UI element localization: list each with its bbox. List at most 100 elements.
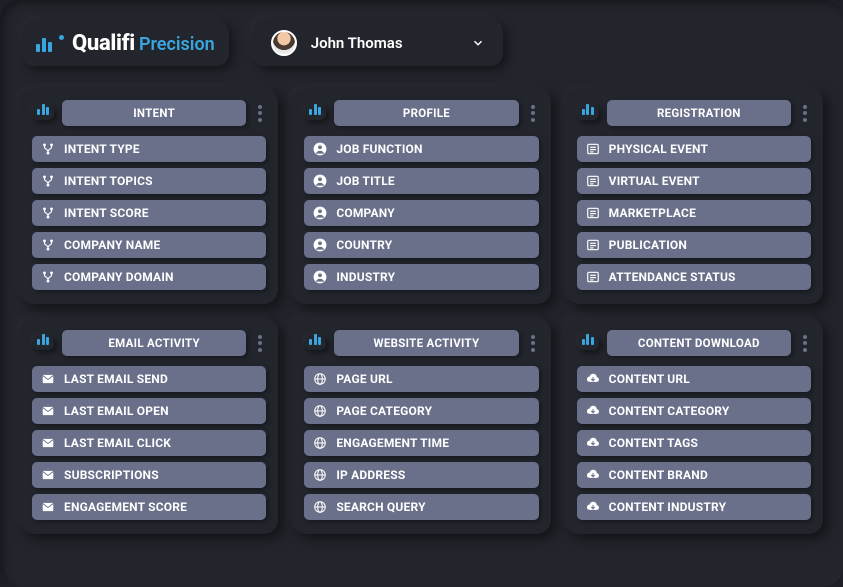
card-title[interactable]: INTENT (62, 100, 246, 126)
mail-icon (40, 467, 56, 483)
field-label: LAST EMAIL SEND (64, 372, 168, 386)
person-icon (312, 237, 328, 253)
card-bars-icon (304, 106, 326, 120)
download-icon (585, 403, 601, 419)
card-title[interactable]: WEBSITE ACTIVITY (334, 330, 518, 356)
card-items: PHYSICAL EVENT VIRTUAL EVENT MARKETPLACE… (577, 136, 811, 290)
mail-icon (40, 435, 56, 451)
field-label: PUBLICATION (609, 238, 687, 252)
field-item[interactable]: CONTENT BRAND (577, 462, 811, 488)
fork-icon (40, 141, 56, 157)
user-selector[interactable]: John Thomas (253, 20, 503, 66)
field-item[interactable]: COMPANY (304, 200, 538, 226)
field-item[interactable]: PUBLICATION (577, 232, 811, 258)
field-item[interactable]: COMPANY DOMAIN (32, 264, 266, 290)
field-label: IP ADDRESS (336, 468, 405, 482)
card-title[interactable]: PROFILE (334, 100, 518, 126)
field-item[interactable]: ENGAGEMENT SCORE (32, 494, 266, 520)
brand-suffix-text: Precision (139, 34, 215, 55)
field-item[interactable]: LAST EMAIL OPEN (32, 398, 266, 424)
list-icon (585, 237, 601, 253)
more-menu-icon[interactable] (254, 333, 266, 354)
person-icon (312, 269, 328, 285)
more-menu-icon[interactable] (799, 333, 811, 354)
field-item[interactable]: JOB FUNCTION (304, 136, 538, 162)
card-header: PROFILE (304, 100, 538, 126)
field-label: SUBSCRIPTIONS (64, 468, 159, 482)
field-label: COMPANY DOMAIN (64, 270, 174, 284)
field-label: CONTENT INDUSTRY (609, 500, 727, 514)
card-items: JOB FUNCTION JOB TITLE COMPANY COUNTRY I… (304, 136, 538, 290)
field-item[interactable]: CONTENT URL (577, 366, 811, 392)
field-label: ATTENDANCE STATUS (609, 270, 736, 284)
field-label: PAGE CATEGORY (336, 404, 432, 418)
card-website-activity: WEBSITE ACTIVITY PAGE URL PAGE CATEGORY … (292, 318, 550, 534)
card-title[interactable]: CONTENT DOWNLOAD (607, 330, 791, 356)
field-item[interactable]: INTENT TYPE (32, 136, 266, 162)
field-item[interactable]: PAGE CATEGORY (304, 398, 538, 424)
field-item[interactable]: JOB TITLE (304, 168, 538, 194)
field-label: JOB TITLE (336, 174, 395, 188)
globe-icon (312, 467, 328, 483)
field-label: CONTENT CATEGORY (609, 404, 730, 418)
field-item[interactable]: CONTENT TAGS (577, 430, 811, 456)
fork-icon (40, 269, 56, 285)
field-label: COUNTRY (336, 238, 392, 252)
field-label: LAST EMAIL OPEN (64, 404, 169, 418)
more-menu-icon[interactable] (527, 333, 539, 354)
more-menu-icon[interactable] (254, 103, 266, 124)
field-item[interactable]: CONTENT INDUSTRY (577, 494, 811, 520)
field-label: ENGAGEMENT TIME (336, 436, 449, 450)
field-item[interactable]: LAST EMAIL SEND (32, 366, 266, 392)
field-item[interactable]: ENGAGEMENT TIME (304, 430, 538, 456)
field-item[interactable]: PAGE URL (304, 366, 538, 392)
card-bars-icon (304, 336, 326, 350)
brand-dot-icon (59, 35, 64, 40)
person-icon (312, 173, 328, 189)
field-item[interactable]: MARKETPLACE (577, 200, 811, 226)
field-label: PAGE URL (336, 372, 392, 386)
field-item[interactable]: INTENT TOPICS (32, 168, 266, 194)
field-item[interactable]: IP ADDRESS (304, 462, 538, 488)
field-label: SEARCH QUERY (336, 500, 425, 514)
card-email-activity: EMAIL ACTIVITY LAST EMAIL SEND LAST EMAI… (20, 318, 278, 534)
field-item[interactable]: CONTENT CATEGORY (577, 398, 811, 424)
fork-icon (40, 205, 56, 221)
field-label: ENGAGEMENT SCORE (64, 500, 187, 514)
card-header: EMAIL ACTIVITY (32, 330, 266, 356)
field-item[interactable]: LAST EMAIL CLICK (32, 430, 266, 456)
field-label: COMPANY NAME (64, 238, 160, 252)
more-menu-icon[interactable] (799, 103, 811, 124)
card-profile: PROFILE JOB FUNCTION JOB TITLE COMPANY C… (292, 88, 550, 304)
card-title[interactable]: EMAIL ACTIVITY (62, 330, 246, 356)
user-name-label: John Thomas (311, 34, 457, 52)
field-item[interactable]: PHYSICAL EVENT (577, 136, 811, 162)
card-bars-icon (577, 336, 599, 350)
field-item[interactable]: COMPANY NAME (32, 232, 266, 258)
field-item[interactable]: INDUSTRY (304, 264, 538, 290)
field-label: JOB FUNCTION (336, 142, 422, 156)
field-item[interactable]: COUNTRY (304, 232, 538, 258)
field-item[interactable]: SUBSCRIPTIONS (32, 462, 266, 488)
field-item[interactable]: ATTENDANCE STATUS (577, 264, 811, 290)
brand-badge: QualifiPrecision (22, 21, 229, 66)
field-item[interactable]: VIRTUAL EVENT (577, 168, 811, 194)
card-title[interactable]: REGISTRATION (607, 100, 791, 126)
field-label: CONTENT TAGS (609, 436, 698, 450)
card-header: INTENT (32, 100, 266, 126)
fork-icon (40, 237, 56, 253)
field-label: PHYSICAL EVENT (609, 142, 709, 156)
card-registration: REGISTRATION PHYSICAL EVENT VIRTUAL EVEN… (565, 88, 823, 304)
more-menu-icon[interactable] (527, 103, 539, 124)
download-icon (585, 499, 601, 515)
card-content-download: CONTENT DOWNLOAD CONTENT URL CONTENT CAT… (565, 318, 823, 534)
card-items: LAST EMAIL SEND LAST EMAIL OPEN LAST EMA… (32, 366, 266, 520)
field-item[interactable]: INTENT SCORE (32, 200, 266, 226)
field-label: COMPANY (336, 206, 395, 220)
field-label: INTENT TOPICS (64, 174, 153, 188)
chevron-down-icon (471, 36, 485, 50)
field-item[interactable]: SEARCH QUERY (304, 494, 538, 520)
card-header: REGISTRATION (577, 100, 811, 126)
card-header: CONTENT DOWNLOAD (577, 330, 811, 356)
field-label: CONTENT URL (609, 372, 690, 386)
